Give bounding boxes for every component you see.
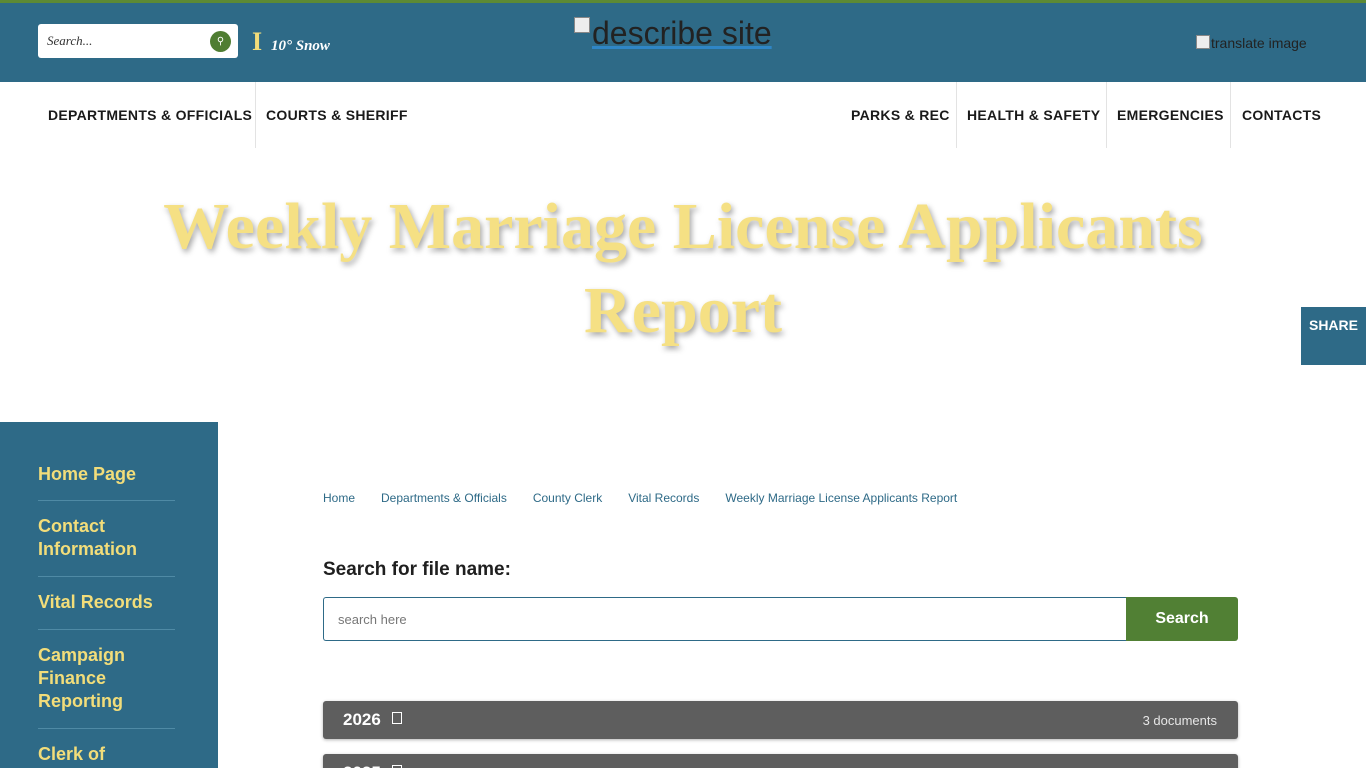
site-search-box[interactable]: Search... ⚲ xyxy=(38,24,238,58)
translate-button[interactable]: translate image xyxy=(1196,35,1307,51)
file-search-button[interactable]: Search xyxy=(1126,597,1238,641)
share-label: SHARE xyxy=(1308,317,1358,333)
nav-divider xyxy=(255,82,256,148)
nav-divider xyxy=(1230,82,1231,148)
page-title: Weekly Marriage License Applicants Repor… xyxy=(163,190,1203,347)
weather-icon: I xyxy=(252,27,263,56)
year-label: 2025 xyxy=(343,763,381,768)
nav-departments-officials[interactable]: DEPARTMENTS & OFFICIALS xyxy=(48,82,252,148)
nav-parks-rec[interactable]: PARKS & REC xyxy=(851,82,950,148)
sidebar-item-campaign-finance[interactable]: Campaign Finance Reporting xyxy=(38,644,175,713)
sidebar: Home Page Contact Information Vital Reco… xyxy=(0,422,218,768)
sidebar-item-contact-information[interactable]: Contact Information xyxy=(38,515,175,561)
main-nav: DEPARTMENTS & OFFICIALS COURTS & SHERIFF… xyxy=(0,82,1366,148)
sidebar-item-home-page[interactable]: Home Page xyxy=(38,463,175,486)
nav-divider xyxy=(956,82,957,148)
breadcrumb-county-clerk[interactable]: County Clerk xyxy=(533,491,602,505)
nav-divider xyxy=(1106,82,1107,148)
sidebar-divider xyxy=(38,629,175,630)
breadcrumb-vital-records[interactable]: Vital Records xyxy=(628,491,699,505)
weather-text: 10° Snow xyxy=(271,38,330,54)
year-label: 2026 xyxy=(343,710,381,729)
document-count: 3 documents xyxy=(1142,713,1217,728)
breadcrumb-home[interactable]: Home xyxy=(323,491,355,505)
nav-health-safety[interactable]: HEALTH & SAFETY xyxy=(967,82,1100,148)
year-accordion-2026[interactable]: 2026 3 documents xyxy=(323,701,1238,739)
breadcrumb-current: Weekly Marriage License Applicants Repor… xyxy=(725,491,958,505)
nav-courts-sheriff[interactable]: COURTS & SHERIFF xyxy=(266,82,408,148)
breadcrumb-departments[interactable]: Departments & Officials xyxy=(381,491,507,505)
file-search-label: Search for file name: xyxy=(323,559,511,580)
sidebar-divider xyxy=(38,728,175,729)
sidebar-item-clerk-of[interactable]: Clerk of xyxy=(38,743,175,766)
nav-contacts[interactable]: CONTACTS xyxy=(1242,82,1321,148)
sidebar-divider xyxy=(38,576,175,577)
sidebar-divider xyxy=(38,500,175,501)
nav-emergencies[interactable]: EMERGENCIES xyxy=(1117,82,1224,148)
file-search-input[interactable] xyxy=(323,597,1126,641)
site-search-input[interactable]: Search... xyxy=(47,33,92,49)
year-accordion-2025[interactable]: 2025 xyxy=(323,754,1238,768)
site-logo-link[interactable]: describe site xyxy=(574,15,772,52)
expand-icon xyxy=(392,712,402,724)
search-icon[interactable]: ⚲ xyxy=(210,31,231,52)
sidebar-item-vital-records[interactable]: Vital Records xyxy=(38,591,175,614)
top-header: Search... ⚲ I 10° Snow describe site tra… xyxy=(0,0,1366,82)
share-button[interactable]: SHARE xyxy=(1301,307,1366,365)
breadcrumb: Home Departments & Officials County Clerk V… xyxy=(323,491,957,505)
